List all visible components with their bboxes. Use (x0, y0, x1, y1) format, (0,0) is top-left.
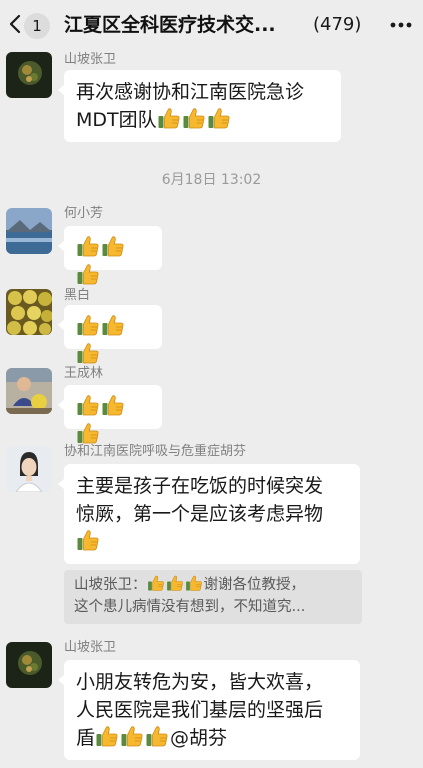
message-bubble[interactable] (58, 226, 162, 270)
group-chat-title: 江夏区全科医疗技术交... (64, 14, 276, 36)
message-bubble[interactable]: 主要是孩子在吃饭的时候突发 惊厥，第一个是应该考虑异物 (58, 464, 360, 564)
thumbs-up-emoji (182, 106, 206, 130)
thumbs-up-emoji (76, 234, 100, 258)
thumbs-up-emoji (76, 341, 100, 365)
unread-count-badge[interactable]: 1 (24, 13, 50, 39)
message-text: 惊厥，第一个是应该考虑异物 (76, 503, 324, 525)
message-bubble[interactable]: 小朋友转危为安，皆大欢喜， 人民医院是我们基层的坚强后 盾 @胡芬 (58, 660, 360, 760)
thumbs-up-emoji (76, 421, 100, 445)
avatar-hu-fen[interactable] (6, 446, 52, 492)
more-icon[interactable] (386, 16, 416, 34)
message-bubble[interactable] (58, 305, 162, 349)
message-text: 主要是孩子在吃饭的时候突发 (76, 475, 324, 497)
member-count: (479) (313, 14, 362, 35)
sender-name: 王成林 (64, 366, 104, 381)
message-bubble[interactable] (58, 385, 162, 429)
message-text: MDT团队 (76, 109, 157, 131)
thumbs-up-emoji (101, 393, 125, 417)
thumbs-up-emoji (145, 724, 169, 748)
avatar-image (6, 289, 52, 335)
message-text: 人民医院是我们基层的坚强后 (76, 699, 324, 721)
sender-name: 山坡张卫 (64, 640, 117, 655)
chat-header: 1 江夏区全科医疗技术交... (479) (0, 0, 423, 50)
sender-name: 协和江南医院呼吸与危重症胡芬 (64, 444, 247, 459)
avatar-image (6, 642, 52, 688)
quote-text: 这个患儿病情没有想到，不知道究... (74, 599, 306, 615)
thumbs-up-emoji (76, 528, 100, 552)
avatar-image (6, 208, 52, 254)
avatar-he-xiaofang[interactable] (6, 208, 52, 254)
message-text: 盾 (76, 727, 96, 749)
thumbs-up-emoji (185, 574, 203, 592)
avatar-heibai[interactable] (6, 289, 52, 335)
message-bubble[interactable]: 再次感谢协和江南医院急诊 MDT团队 (58, 70, 341, 142)
quoted-message[interactable]: 山坡张卫： 谢谢各位教授， 这个患儿病情没有想到，不知道究... (64, 570, 362, 624)
avatar-shanpo-zhangwei[interactable] (6, 52, 52, 98)
thumbs-up-emoji (76, 262, 100, 286)
message-text: 再次感谢协和江南医院急诊 (76, 81, 305, 103)
chat-timestamp: 6月18日 13:02 (161, 172, 262, 188)
avatar-image (6, 368, 52, 414)
thumbs-up-emoji (157, 106, 181, 130)
quote-sender: 山坡张卫： (74, 577, 147, 593)
quote-text: 谢谢各位教授， (203, 577, 306, 593)
thumbs-up-emoji (147, 574, 165, 592)
avatar-shanpo-zhangwei[interactable] (6, 642, 52, 688)
thumbs-up-emoji (76, 393, 100, 417)
thumbs-up-emoji (95, 724, 119, 748)
sender-name: 黑白 (64, 288, 91, 303)
sender-name: 山坡张卫 (64, 52, 117, 67)
avatar-wang-chenglin[interactable] (6, 368, 52, 414)
thumbs-up-emoji (166, 574, 184, 592)
avatar-image (6, 52, 52, 98)
mention-text[interactable]: @胡芬 (170, 727, 227, 749)
thumbs-up-emoji (76, 313, 100, 337)
avatar-image (6, 446, 52, 492)
sender-name: 何小芳 (64, 206, 104, 221)
message-text: 小朋友转危为安，皆大欢喜， (76, 671, 324, 693)
thumbs-up-emoji (101, 234, 125, 258)
thumbs-up-emoji (120, 724, 144, 748)
thumbs-up-emoji (207, 106, 231, 130)
thumbs-up-emoji (101, 313, 125, 337)
back-chevron-icon[interactable] (6, 10, 26, 38)
